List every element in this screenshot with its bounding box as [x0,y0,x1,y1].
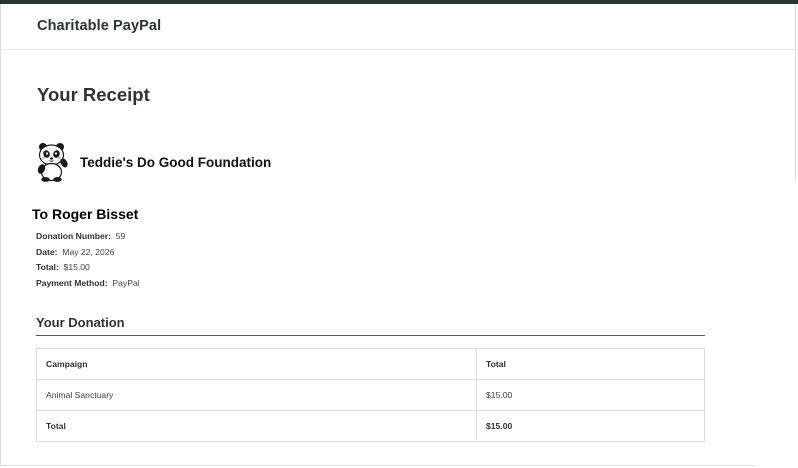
detail-label: Total: [36,262,59,272]
panda-mascot-icon [37,143,68,182]
donation-table: Campaign Total Animal Sanctuary $15.00 T… [36,348,705,442]
app-title: Charitable PayPal [37,18,162,34]
detail-row-donation-number: Donation Number: 59 [36,229,140,245]
detail-value: PayPal [112,277,140,288]
detail-label: Payment Method: [36,277,108,288]
section-divider [36,335,705,336]
donation-section-title: Your Donation [36,315,125,330]
detail-value: 59 [115,231,126,241]
detail-label: Date: [36,246,58,257]
detail-value: May 22, 2026 [62,246,115,257]
total-label-cell: Total [36,410,477,442]
detail-row-payment-method: Payment Method: PayPal [36,276,140,292]
detail-label: Donation Number: [36,231,111,241]
background-gap [755,181,798,468]
detail-row-total: Total: $15.00 [36,260,140,276]
column-header-campaign: Campaign [36,348,477,380]
donation-details: Donation Number: 59 Date: May 22, 2026 T… [36,229,140,291]
app-header: Charitable PayPal [1,4,795,50]
column-header-total: Total [476,348,705,380]
detail-value: $15.00 [63,262,90,272]
campaign-cell: Animal Sanctuary [36,379,477,411]
table-total-row: Total $15.00 [36,410,705,442]
recipient-line: To Roger Bisset [32,206,139,222]
table-row: Animal Sanctuary $15.00 [36,379,705,411]
organization-name: Teddie's Do Good Foundation [80,155,272,170]
total-amount-cell: $15.00 [476,410,705,442]
detail-row-date: Date: May 22, 2026 [36,245,140,261]
page-title: Your Receipt [37,84,150,105]
table-header-row: Campaign Total [36,348,705,380]
amount-cell: $15.00 [476,379,705,411]
